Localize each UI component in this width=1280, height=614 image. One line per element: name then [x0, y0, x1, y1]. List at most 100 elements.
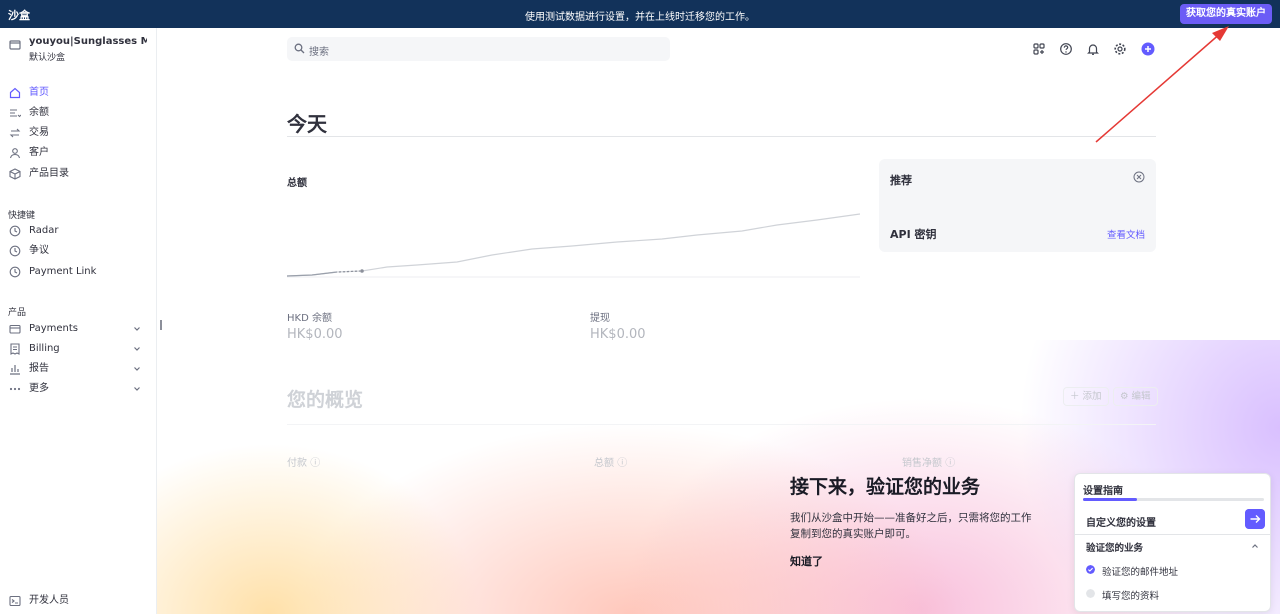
products-section-title: 产品: [8, 308, 27, 318]
sidebar-item-payment-link[interactable]: Payment Link: [9, 263, 144, 281]
get-live-account-button[interactable]: 获取您的真实账户: [1180, 4, 1272, 24]
sidebar-item-label: Payments: [29, 323, 78, 334]
billing-icon: [10, 343, 20, 355]
overview-title: 您的概览: [287, 389, 364, 411]
overview-metric: 付款 ⓘ: [287, 454, 320, 469]
sandbox-banner: 沙盒 使用测试数据进行设置，并在上线时迁移您的工作。 获取您的真实账户: [0, 0, 1280, 28]
search-placeholder: 搜索: [309, 47, 329, 58]
customer-icon: [9, 148, 21, 159]
got-it-button[interactable]: 知道了: [790, 553, 823, 569]
sidebar-item-balance[interactable]: 余额: [9, 104, 144, 122]
setup-progress-fill: [1083, 498, 1138, 501]
help-icon[interactable]: [1059, 42, 1073, 56]
verify-business-title: 接下来，验证您的业务: [790, 476, 981, 498]
add-widget-button[interactable]: ＋ 添加: [1063, 387, 1109, 406]
edit-overview-button[interactable]: ⚙ 编辑: [1113, 387, 1158, 406]
divider: [287, 136, 1156, 137]
product-catalog-icon: [9, 168, 21, 180]
setup-guide-title: 设置指南: [1083, 486, 1123, 497]
sidebar-resize-handle[interactable]: [160, 320, 162, 330]
setup-guide-panel: 设置指南 自定义您的设置 验证您的业务 验证您的邮件地址 填写您的资料: [1074, 473, 1271, 612]
search-input[interactable]: 搜索: [287, 37, 670, 61]
recommendations-title: 推荐: [890, 174, 912, 187]
sidebar-item-label: Radar: [29, 225, 59, 236]
bell-icon[interactable]: [1086, 42, 1100, 56]
info-icon: ⓘ: [945, 458, 956, 469]
metric-label: 总额: [594, 458, 614, 469]
balance-icon: [10, 109, 21, 118]
apps-icon[interactable]: [1032, 42, 1046, 56]
recommendations-card: 推荐 API 密钥 查看文档: [879, 159, 1156, 252]
close-icon[interactable]: [1133, 171, 1145, 183]
sidebar-item-label: Payment Link: [29, 266, 97, 277]
shortcuts-section-title: 快捷键: [8, 211, 36, 221]
overview-metric: 销售净额 ⓘ: [902, 454, 955, 469]
sidebar-item-label: 报告: [29, 363, 49, 374]
sidebar-item-disputes[interactable]: 争议: [9, 242, 144, 260]
account-sandbox-label: 默认沙盒: [29, 53, 66, 63]
sidebar-item-payments[interactable]: Payments: [9, 320, 144, 338]
verify-business-section[interactable]: 验证您的业务: [1086, 540, 1143, 554]
metric-label: 销售净额: [902, 458, 942, 469]
reports-icon: [10, 365, 20, 375]
add-widget-label: 添加: [1082, 391, 1102, 402]
chevron-down-icon: [134, 327, 140, 331]
clock-icon: [9, 266, 21, 278]
sidebar-item-label: 交易: [29, 127, 49, 138]
checklist-item-label: 验证您的邮件地址: [1102, 567, 1179, 578]
gross-volume-label: 总额: [287, 178, 307, 189]
info-icon: ⓘ: [310, 458, 321, 469]
store-icon: [9, 40, 21, 50]
edit-overview-label: 编辑: [1131, 391, 1151, 402]
sidebar-item-billing[interactable]: Billing: [9, 340, 144, 358]
sidebar-item-label: 余额: [29, 107, 49, 118]
chevron-down-icon: [134, 367, 140, 371]
overview-metric: 总额 ⓘ: [594, 454, 627, 469]
account-name: youyou|Sunglasses M...: [29, 36, 147, 47]
sidebar-item-product-catalog[interactable]: 产品目录: [9, 165, 144, 183]
sidebar-item-home[interactable]: 首页: [9, 84, 144, 102]
sidebar-item-label: 客户: [29, 147, 49, 158]
more-icon: [9, 387, 21, 391]
transactions-icon: [9, 128, 21, 138]
sidebar-item-label: 争议: [29, 245, 49, 256]
sidebar-item-label: 产品目录: [29, 168, 69, 179]
checklist-item-label: 填写您的资料: [1102, 591, 1160, 602]
sidebar-item-customers[interactable]: 客户: [9, 144, 144, 162]
sidebar-item-developers[interactable]: 开发人员: [9, 592, 144, 610]
chevron-down-icon: [134, 387, 140, 391]
clock-icon: [9, 245, 21, 257]
empty-circle-icon: [1086, 589, 1095, 598]
sidebar-item-reports[interactable]: 报告: [9, 360, 144, 378]
view-docs-link[interactable]: 查看文档: [1107, 227, 1145, 241]
chevron-up-icon[interactable]: [1250, 541, 1260, 551]
setup-progress-bar: [1083, 498, 1264, 501]
sidebar-item-transactions[interactable]: 交易: [9, 124, 144, 142]
current-step-label[interactable]: 自定义您的设置: [1086, 514, 1156, 529]
sidebar-item-label: 开发人员: [29, 595, 69, 606]
arrow-right-icon[interactable]: [1245, 509, 1265, 529]
banner-message: 使用测试数据进行设置，并在上线时迁移您的工作。: [525, 12, 755, 23]
create-plus-icon[interactable]: [1141, 42, 1155, 56]
sidebar-item-radar[interactable]: Radar: [9, 222, 144, 240]
page-title: 今天: [287, 112, 327, 136]
verify-business-description: 我们从沙盒中开始——准备好之后，只需将您的工作复制到您的真实账户即可。: [790, 512, 1032, 540]
sidebar-item-label: Billing: [29, 343, 60, 354]
api-keys-label: API 密钥: [890, 228, 937, 241]
hkd-balance-value: HK$0.00: [287, 327, 343, 342]
payments-icon: [9, 324, 21, 334]
gear-icon[interactable]: [1113, 42, 1127, 56]
search-icon: [294, 43, 305, 54]
check-circle-icon: [1086, 565, 1095, 574]
sidebar-item-label: 更多: [29, 383, 49, 394]
chevron-down-icon: [134, 347, 140, 351]
terminal-icon: [9, 595, 21, 607]
sidebar: youyou|Sunglasses M... 默认沙盒 首页 余额 交易 客户 …: [0, 28, 157, 614]
payouts-value: HK$0.00: [590, 327, 646, 342]
info-icon: ⓘ: [617, 458, 628, 469]
sidebar-item-more[interactable]: 更多: [9, 380, 144, 398]
metric-label: 付款: [287, 458, 307, 469]
divider: [1075, 534, 1270, 535]
gross-volume-sparkline: [287, 213, 860, 278]
sidebar-item-label: 首页: [29, 87, 49, 98]
